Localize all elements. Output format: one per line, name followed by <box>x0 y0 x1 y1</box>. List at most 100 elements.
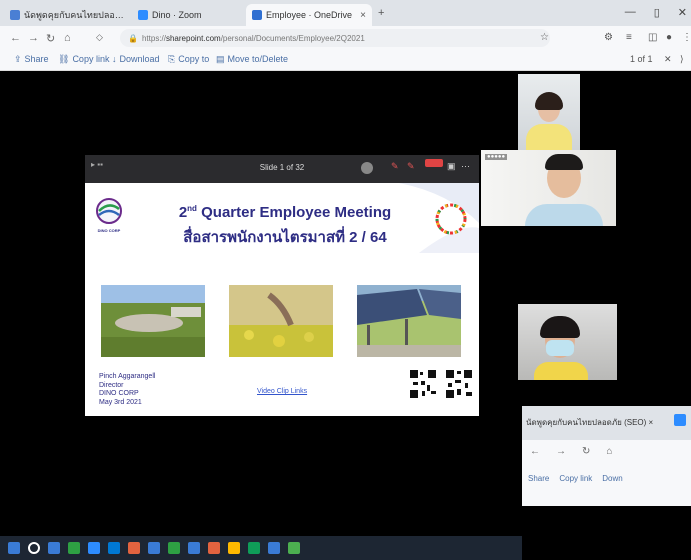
tab-favicon-icon <box>10 10 20 20</box>
secondary-browser-window[interactable]: นัดพูดคุยกับคนไทยปลอดภัย (SEO) × ← → ↻ ⌂… <box>522 406 691 506</box>
link-icon: ⛓ <box>58 54 70 64</box>
taskbar-app-icon[interactable] <box>128 542 140 554</box>
download-button[interactable]: Down <box>602 474 622 483</box>
participant-video-2[interactable]: ●●●●● <box>481 150 616 226</box>
home-icon[interactable]: ⌂ <box>606 446 612 457</box>
shield-icon[interactable]: ◇ <box>96 32 103 43</box>
share-icon: ⇪ <box>14 54 22 64</box>
search-icon[interactable] <box>28 542 40 554</box>
share-button[interactable]: Share <box>528 474 549 483</box>
forward-icon[interactable]: → <box>28 32 39 44</box>
participant-video-1[interactable] <box>518 74 580 150</box>
url-input[interactable]: 🔒 https:// sharepoint.com /personal/Docu… <box>120 29 550 47</box>
address-bar-row: ← → ↻ ⌂ ◇ 🔒 https:// sharepoint.com /per… <box>0 26 691 50</box>
page-indicator: 1 of 1 <box>630 54 653 64</box>
onedrive-command-bar: ⇪ Share ⛓ Copy link ↓ Download ⎘ Copy to ▤ Mo… <box>0 50 691 71</box>
slide-title: 2nd Quarter Employee Meeting <box>178 204 392 221</box>
start-menu-icon[interactable] <box>8 542 20 554</box>
refresh-icon[interactable]: ↻ <box>582 446 590 457</box>
bookmark-icon[interactable]: ☆ <box>540 32 549 43</box>
tab-label: Dino · Zoom <box>152 10 202 20</box>
stop-share-button[interactable] <box>425 159 443 167</box>
menu-icon[interactable]: ⋮ <box>682 32 691 43</box>
taskbar-app-icon[interactable] <box>268 542 280 554</box>
browser-tab-3[interactable]: Employee · OneDrive × <box>246 4 372 26</box>
copy-link-button[interactable]: ⛓ Copy link <box>58 54 109 65</box>
presenter-title: Director <box>99 381 124 389</box>
url-prefix: https:// <box>141 33 166 43</box>
library-icon[interactable]: ≡ <box>626 32 632 43</box>
taskbar-app-icon[interactable] <box>148 542 160 554</box>
qr-code-icon <box>445 369 473 399</box>
taskbar-app-icon[interactable] <box>168 542 180 554</box>
copy-link-button[interactable]: Copy link <box>559 474 592 483</box>
more-icon[interactable]: ⟩ <box>680 54 684 65</box>
maximize-icon[interactable]: ▯ <box>654 6 660 19</box>
close-tab-icon[interactable]: × <box>360 10 366 21</box>
presenter-name: Pinch Aggarangell <box>99 373 156 380</box>
secondary-tab-bar: นัดพูดคุยกับคนไทยปลอดภัย (SEO) × <box>522 406 691 440</box>
taskbar-app-icon[interactable] <box>228 542 240 554</box>
taskbar-app-icon[interactable] <box>248 542 260 554</box>
account-icon[interactable]: ● <box>666 32 672 43</box>
download-button[interactable]: ↓ Download <box>112 54 160 64</box>
move-to-button[interactable]: ▤ Move to/Delete <box>216 54 288 65</box>
zoom-favicon-icon <box>138 10 148 20</box>
home-icon[interactable]: ⌂ <box>64 32 71 44</box>
secondary-command-bar: Share Copy link Down <box>528 474 623 483</box>
url-rest: /personal/Documents/Employee/2Q2021 <box>220 33 365 43</box>
slide-content: DINO CORP 2nd Quarter Employee Meeting ส… <box>85 183 479 416</box>
presenter-date: May 3rd 2021 <box>99 398 142 406</box>
forward-icon[interactable]: → <box>556 446 566 457</box>
onedrive-favicon-icon <box>252 10 262 20</box>
extensions-icon[interactable]: ⚙ <box>604 32 613 43</box>
video-clip-link[interactable]: Video Clip Links <box>257 388 307 395</box>
back-icon[interactable]: ← <box>530 446 540 457</box>
refresh-icon[interactable]: ↻ <box>46 32 55 45</box>
new-tab-icon[interactable]: + <box>378 7 384 19</box>
fullscreen-icon[interactable]: ▣ <box>447 161 456 172</box>
window-controls: — ▯ ✕ <box>625 6 687 19</box>
taskbar-app-icon[interactable] <box>68 542 80 554</box>
secondary-tab-label[interactable]: นัดพูดคุยกับคนไทยปลอดภัย (SEO) × <box>526 416 653 429</box>
copy-to-button[interactable]: ⎘ Copy to <box>168 54 209 65</box>
taskbar-app-icon[interactable] <box>188 542 200 554</box>
url-domain: sharepoint.com <box>165 33 221 43</box>
share-toolbar: ▸ ▪▪ Slide 1 of 32 ✎ ✎ ▣ ⋯ <box>85 155 479 183</box>
back-icon[interactable]: ← <box>10 32 21 44</box>
presenter-block: Pinch Aggarangell Director DINO CORP May… <box>99 373 155 407</box>
browser-tab-bar: นัดพูดคุยกับคนไทยปลอดภัย (SEO) × Dino · … <box>0 0 691 26</box>
taskbar-app-icon[interactable] <box>88 542 100 554</box>
secondary-nav: ← → ↻ ⌂ <box>530 446 612 457</box>
share-button[interactable]: ⇪ Share <box>14 54 49 65</box>
tab-label: Employee · OneDrive <box>266 10 353 20</box>
participant-video-3[interactable] <box>518 304 617 380</box>
browser-tab-2[interactable]: Dino · Zoom <box>132 4 222 26</box>
pen-icon[interactable]: ✎ <box>391 161 399 172</box>
highlighter-icon[interactable]: ✎ <box>407 161 415 172</box>
company-logo: DINO CORP <box>93 197 125 233</box>
pocket-icon[interactable]: ◫ <box>648 32 657 43</box>
slide-counter: Slide 1 of 32 <box>259 163 305 172</box>
qr-code-icon <box>409 369 437 399</box>
solar-panels-photo <box>357 285 461 357</box>
prev-icon[interactable]: ✕ <box>664 54 672 65</box>
more-options-icon[interactable]: ⋯ <box>461 161 470 172</box>
taskbar-app-icon[interactable] <box>208 542 220 554</box>
windows-taskbar <box>0 536 522 560</box>
zoom-favicon-icon <box>674 414 686 426</box>
move-icon: ▤ <box>216 54 225 64</box>
browser-tab-1[interactable]: นัดพูดคุยกับคนไทยปลอดภัย (SEO) × <box>4 4 130 26</box>
participant-name-label: ●●●●● <box>485 154 508 160</box>
record-icon[interactable] <box>361 162 373 174</box>
tab-label: นัดพูดคุยกับคนไทยปลอดภัย (SEO) × <box>24 10 124 20</box>
taskbar-app-icon[interactable] <box>108 542 120 554</box>
landfill-aerial-photo <box>101 285 205 357</box>
seedling-hand-photo <box>229 285 333 357</box>
shared-screen: ▸ ▪▪ Slide 1 of 32 ✎ ✎ ▣ ⋯ DINO CORP 2nd… <box>85 155 479 416</box>
logo-swirl-icon <box>96 198 122 224</box>
minimize-icon[interactable]: — <box>625 6 636 19</box>
taskbar-app-icon[interactable] <box>48 542 60 554</box>
close-window-icon[interactable]: ✕ <box>678 6 687 19</box>
taskbar-app-icon[interactable] <box>288 542 300 554</box>
